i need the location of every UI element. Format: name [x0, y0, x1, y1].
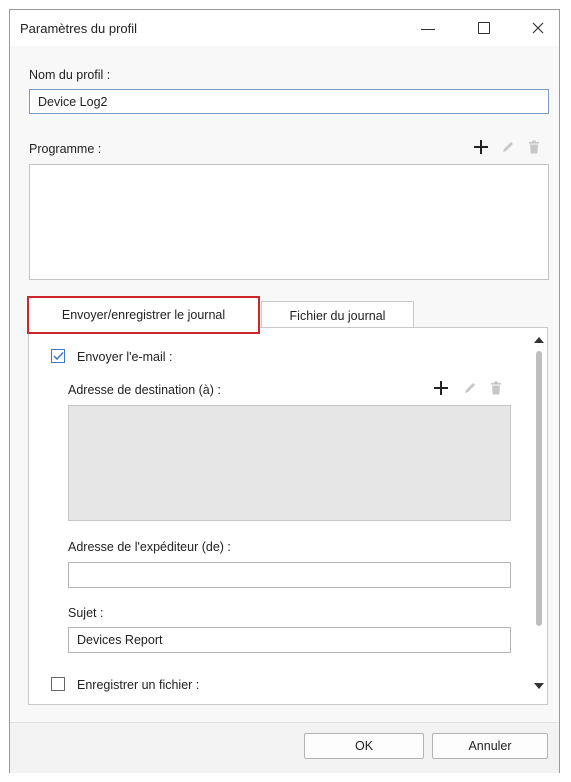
- cancel-button[interactable]: Annuler: [432, 733, 548, 759]
- schedule-add-button[interactable]: [472, 138, 490, 156]
- destination-add-button[interactable]: [432, 379, 450, 397]
- tab-label: Envoyer/enregistrer le journal: [61, 308, 226, 322]
- close-icon: [532, 22, 544, 34]
- sender-address-label: Adresse de l'expéditeur (de) :: [68, 540, 231, 554]
- profile-name-label: Nom du profil :: [29, 68, 111, 82]
- add-icon: [474, 140, 488, 154]
- destination-delete-button[interactable]: [487, 379, 505, 397]
- scroll-up-icon[interactable]: [534, 337, 544, 343]
- send-email-checkbox[interactable]: [51, 349, 65, 363]
- send-email-label: Envoyer l'e-mail :: [77, 350, 173, 364]
- maximize-button[interactable]: [462, 12, 506, 44]
- schedule-list[interactable]: [29, 164, 549, 280]
- schedule-delete-button[interactable]: [525, 138, 543, 156]
- scroll-down-icon[interactable]: [534, 683, 544, 689]
- window-title: Paramètres du profil: [20, 21, 138, 36]
- edit-icon: [465, 383, 475, 393]
- minimize-icon: [421, 28, 435, 30]
- close-button[interactable]: [516, 12, 560, 44]
- title-bar: Paramètres du profil: [10, 10, 559, 46]
- subject-label: Sujet :: [68, 606, 104, 620]
- schedule-label: Programme :: [29, 142, 102, 156]
- check-icon: [52, 351, 64, 361]
- add-icon: [434, 381, 448, 395]
- edit-icon: [503, 142, 513, 152]
- save-file-label: Enregistrer un fichier :: [77, 678, 200, 692]
- destination-edit-button[interactable]: [461, 379, 479, 397]
- delete-icon: [529, 140, 539, 154]
- tab-send-save-log[interactable]: Envoyer/enregistrer le journal: [27, 296, 260, 334]
- minimize-button[interactable]: [406, 12, 450, 44]
- schedule-edit-button[interactable]: [499, 138, 517, 156]
- maximize-icon: [478, 22, 490, 34]
- destination-address-list[interactable]: [68, 405, 511, 521]
- profile-name-input[interactable]: [29, 89, 549, 114]
- subject-input[interactable]: [68, 627, 511, 653]
- scroll-thumb[interactable]: [536, 351, 542, 626]
- sender-address-input[interactable]: [68, 562, 511, 588]
- tab-log-file[interactable]: Fichier du journal: [261, 301, 414, 329]
- profile-settings-dialog: Paramètres du profil Nom du profil : Pro…: [9, 9, 560, 773]
- ok-button[interactable]: OK: [304, 733, 424, 759]
- tab-label: Fichier du journal: [289, 308, 386, 323]
- save-file-checkbox[interactable]: [51, 677, 65, 691]
- panel-scrollbar[interactable]: [533, 334, 545, 694]
- delete-icon: [491, 381, 501, 395]
- destination-address-label: Adresse de destination (à) :: [68, 383, 221, 397]
